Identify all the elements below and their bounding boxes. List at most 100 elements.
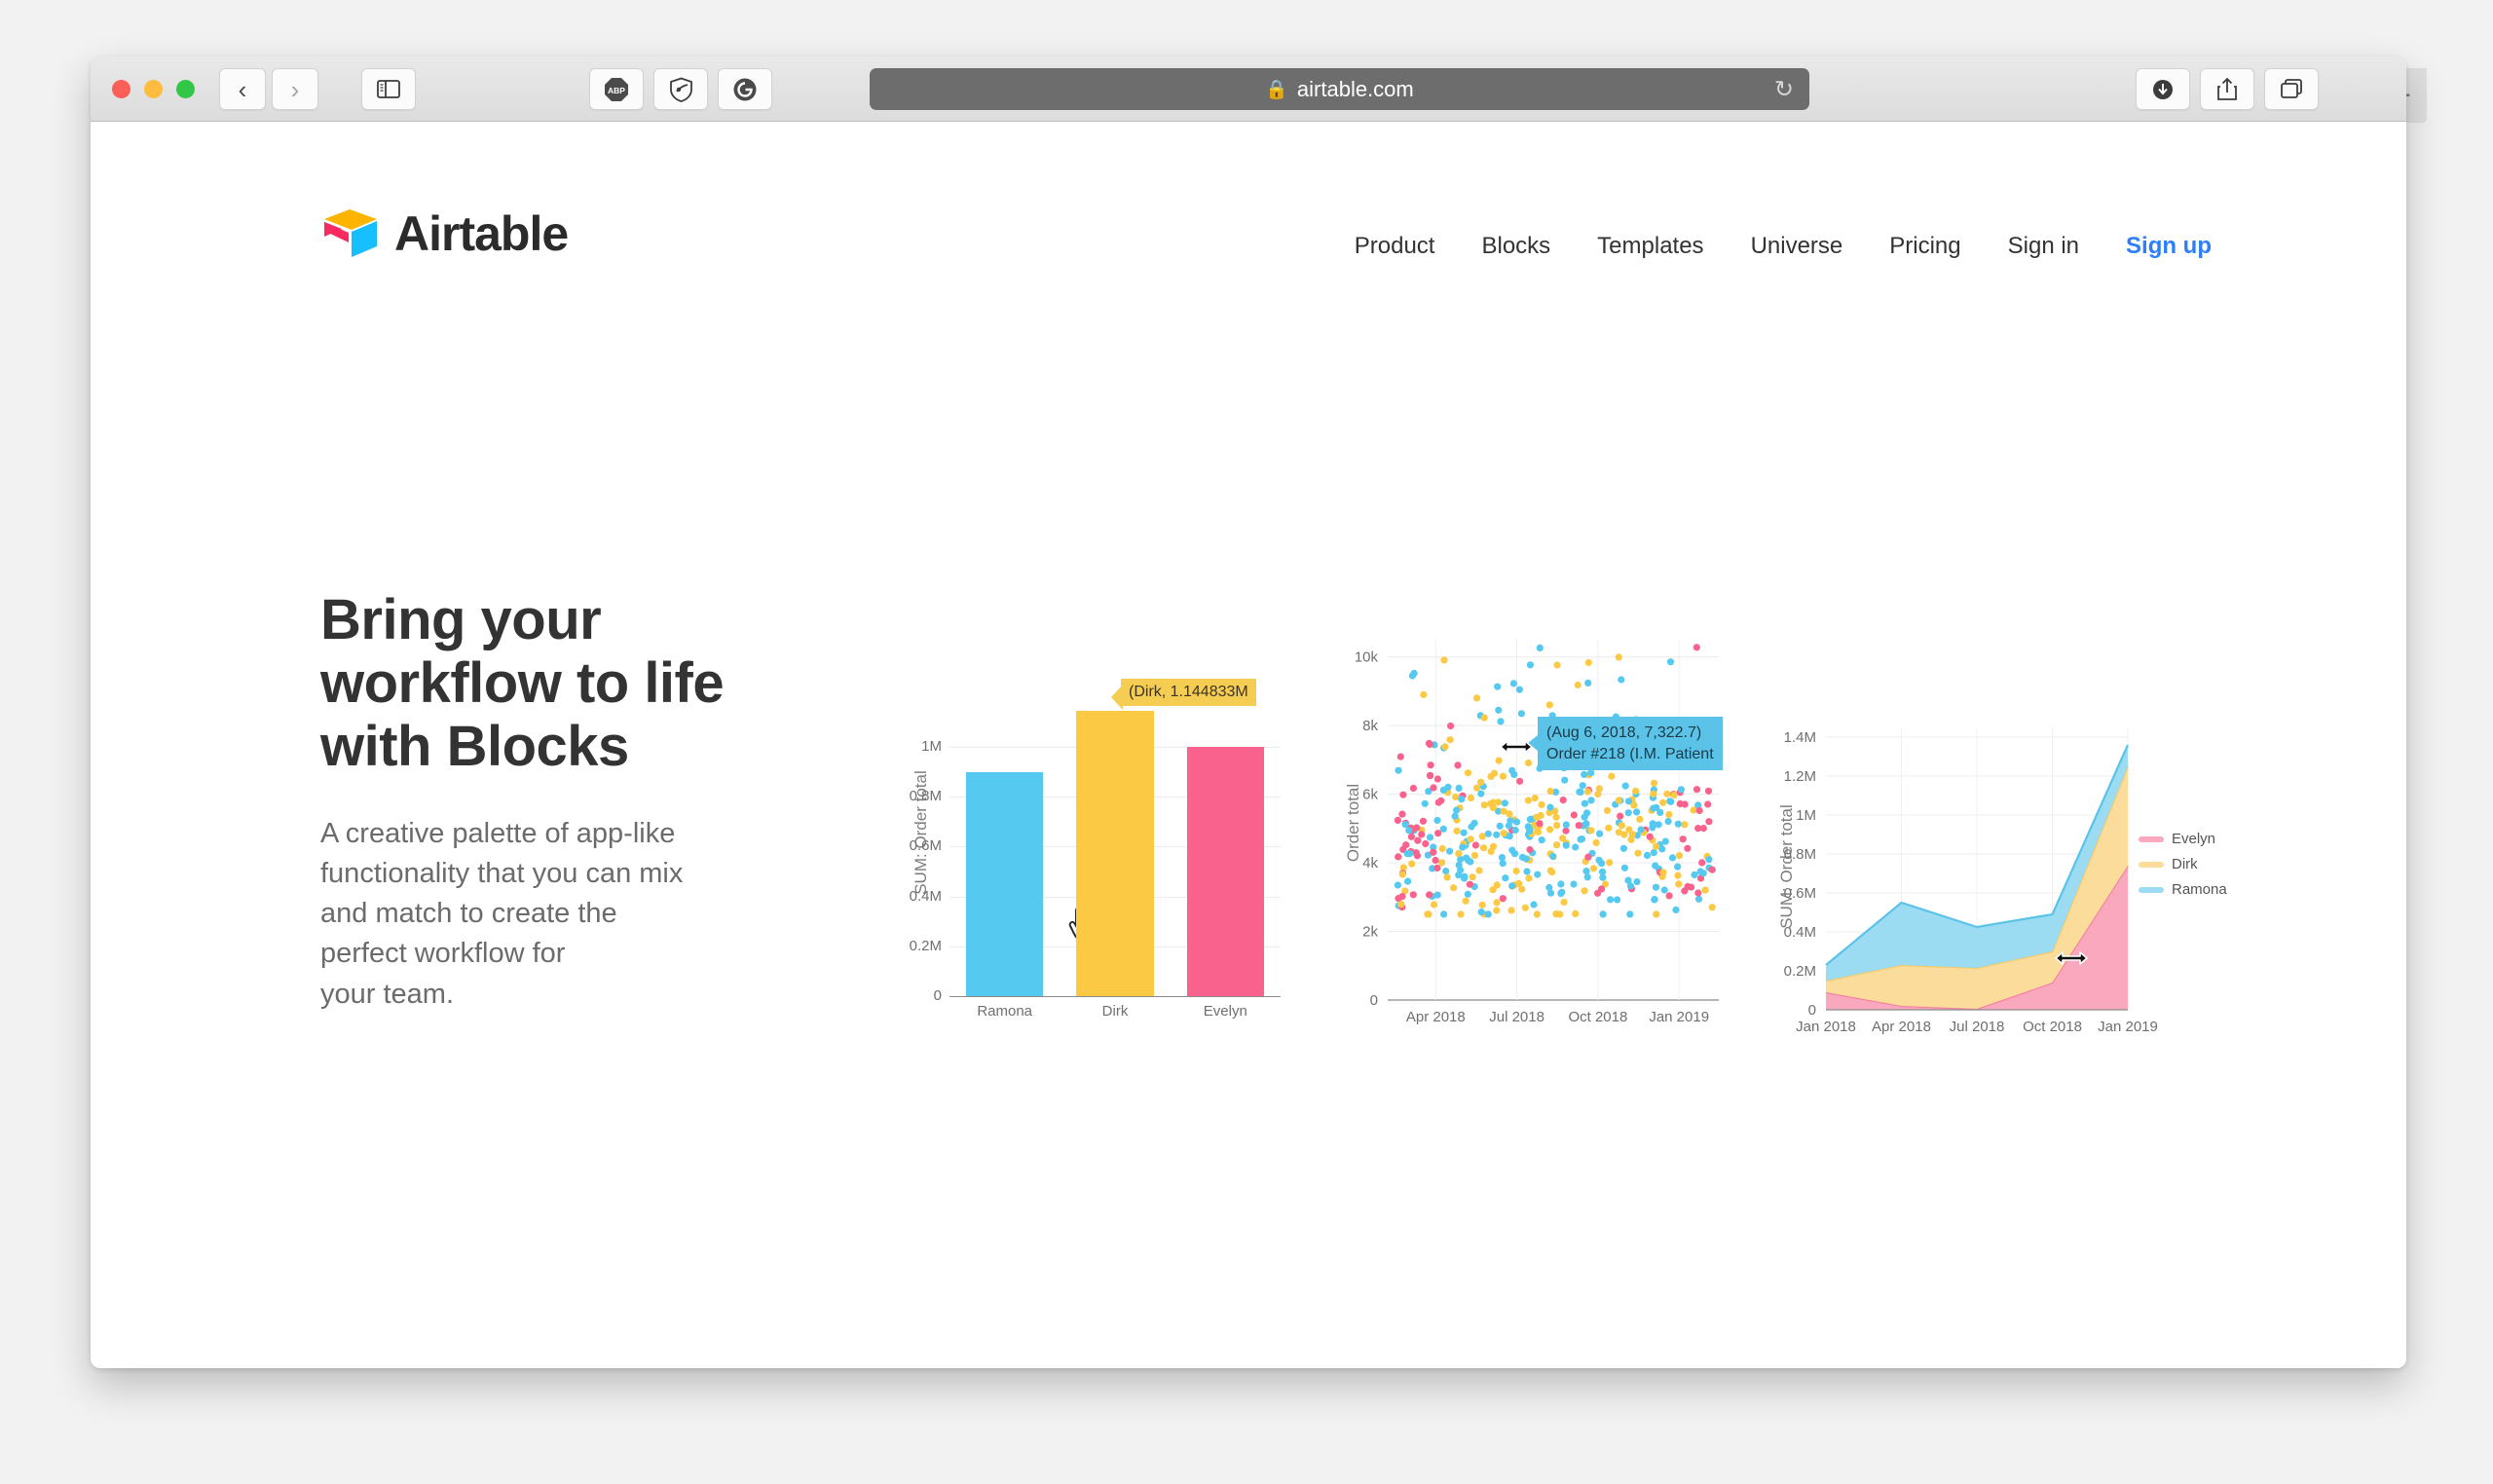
scatter-point (1398, 810, 1406, 818)
minimize-window-button[interactable] (144, 80, 163, 98)
scatter-point (1446, 847, 1454, 855)
tab-overview-button[interactable] (2264, 68, 2319, 110)
scatter-point (1508, 846, 1516, 854)
scatter-point (1632, 787, 1640, 795)
scatter-point (1471, 841, 1479, 849)
hero-paragraph-line-4: perfect workflow for (320, 938, 566, 970)
maximize-window-button[interactable] (176, 80, 195, 98)
scatter-point (1653, 842, 1660, 850)
airtable-logo[interactable]: Airtable (320, 204, 569, 264)
nav-item-pricing[interactable]: Pricing (1889, 233, 1960, 260)
scatter-point (1478, 901, 1486, 909)
grammarly-extension-button[interactable] (718, 68, 772, 110)
scatter-point (1487, 847, 1495, 855)
scatter-point (1536, 820, 1544, 828)
shield-extension-button[interactable] (653, 68, 708, 110)
forward-button[interactable]: › (272, 68, 318, 110)
scatter-point (1457, 910, 1465, 918)
scatter-tooltip-line-2: Order #218 (I.M. Patient (1546, 745, 1714, 762)
nav-item-sign-in[interactable]: Sign in (2008, 233, 2079, 260)
abp-extension-icon: ABP (605, 77, 628, 101)
abp-extension-button[interactable]: ABP (589, 68, 644, 110)
scatter-point (1656, 808, 1664, 816)
address-bar[interactable]: 🔒 airtable.com ↻ (870, 68, 1809, 110)
scatter-point (1433, 775, 1441, 783)
scatter-point (1434, 798, 1442, 806)
bar-dirk[interactable] (1076, 710, 1154, 996)
scatter-point (1552, 841, 1561, 849)
scatter-point (1410, 669, 1418, 677)
browser-window: ‹ › ABP 🔒 airtable.com ↻ Airtable Produc… (91, 56, 2406, 1368)
scatter-point (1587, 827, 1595, 835)
scatter-point (1395, 853, 1402, 861)
scatter-point (1466, 880, 1473, 888)
area-chart[interactable]: SUM: Order total 0 0.2M 0.4M 0.6M 0.8M 1M 1.2M… (1766, 706, 2233, 1076)
scatter-chart[interactable]: Order total 0 2k 4k 6k 8k 10k Apr 2018 Jul 2018… (1337, 618, 1746, 1066)
nav-item-templates[interactable]: Templates (1597, 233, 1703, 260)
bar-ramona[interactable] (966, 771, 1044, 996)
scatter-point (1553, 822, 1561, 830)
legend-item-ramona[interactable]: Ramona (2139, 881, 2227, 898)
scatter-point (1595, 856, 1603, 864)
scatter-point (1484, 910, 1492, 918)
downloads-button[interactable] (2136, 68, 2190, 110)
scatter-point (1584, 853, 1592, 861)
scatter-point (1546, 787, 1554, 796)
bar-evelyn[interactable] (1186, 747, 1264, 996)
scatter-point (1620, 864, 1628, 872)
bar-tooltip-arrow (1111, 685, 1123, 710)
nav-item-sign-up[interactable]: Sign up (2126, 233, 2212, 260)
scatter-point (1517, 710, 1525, 718)
scatter-point (1414, 836, 1422, 844)
scatter-point (1405, 827, 1413, 835)
scatter-point (1526, 815, 1534, 823)
scatter-point (1665, 810, 1673, 819)
brand-name: Airtable (394, 206, 569, 261)
nav-item-blocks[interactable]: Blocks (1481, 233, 1550, 260)
share-button[interactable] (2200, 68, 2254, 110)
sidebar-toggle-button[interactable] (361, 68, 416, 110)
bar-chart-tooltip: (Dirk, 1.144833M (1121, 679, 1256, 706)
scatter-point (1560, 898, 1568, 907)
scatter-point (1650, 779, 1658, 787)
scatter-point (1699, 825, 1707, 833)
scatter-point (1552, 813, 1560, 821)
scatter-point (1422, 839, 1430, 848)
scatter-point (1704, 787, 1713, 795)
legend-item-dirk[interactable]: Dirk (2139, 856, 2227, 872)
scatter-point (1693, 644, 1700, 651)
legend-label-ramona: Ramona (2172, 881, 2227, 898)
bar-y-tick: 0.8M (909, 788, 942, 805)
legend-item-evelyn[interactable]: Evelyn (2139, 831, 2227, 847)
hero-paragraph-line-1: A creative palette of app-like (320, 817, 676, 849)
close-window-button[interactable] (112, 80, 130, 98)
back-button[interactable]: ‹ (219, 68, 266, 110)
scatter-point (1614, 896, 1621, 904)
scatter-point (1450, 884, 1458, 892)
scatter-point (1557, 880, 1565, 888)
scatter-point (1562, 827, 1570, 835)
reload-icon[interactable]: ↻ (1774, 75, 1794, 103)
nav-item-universe[interactable]: Universe (1751, 233, 1843, 260)
scatter-point (1398, 871, 1406, 878)
scatter-point (1472, 784, 1481, 792)
scatter-point (1587, 797, 1595, 804)
bar-y-tick: 0 (933, 987, 942, 1004)
nav-item-product[interactable]: Product (1355, 233, 1435, 260)
scatter-point (1521, 904, 1529, 911)
scatter-point (1442, 868, 1450, 875)
scatter-point (1512, 867, 1520, 875)
scatter-point (1395, 766, 1402, 774)
scatter-point (1515, 686, 1523, 693)
scatter-point (1579, 782, 1586, 790)
scatter-point (1525, 874, 1533, 882)
scatter-point (1584, 658, 1592, 667)
scatter-point (1501, 799, 1508, 807)
scatter-point (1480, 714, 1488, 722)
scatter-point (1643, 851, 1652, 859)
bar-chart[interactable]: SUM: Order total (Dirk, 1.144833M 0 0.2M 0… (899, 648, 1308, 1057)
scatter-point (1469, 873, 1476, 881)
scatter-point (1575, 822, 1582, 830)
scatter-point (1677, 786, 1685, 794)
area-x-tick: Jan 2018 (1796, 1019, 1856, 1035)
